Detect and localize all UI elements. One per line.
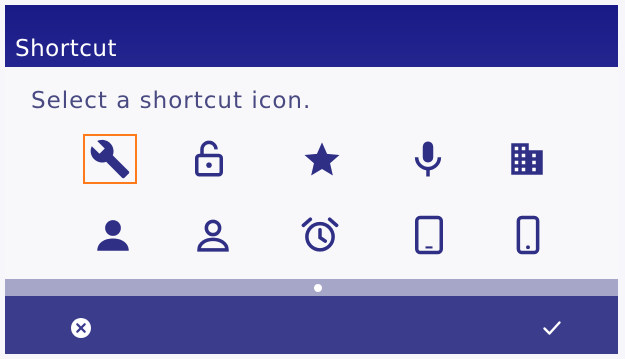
person-outline-icon-option[interactable] <box>186 210 240 260</box>
cancel-icon <box>71 318 91 338</box>
mobile-phone-icon-option[interactable] <box>501 210 555 260</box>
soft-key-bar <box>5 296 618 354</box>
shortcut-screen: Shortcut Select a shortcut icon. <box>0 0 625 359</box>
cancel-button[interactable] <box>61 308 101 348</box>
building-icon-option[interactable] <box>500 134 554 184</box>
page-title: Shortcut <box>15 36 117 62</box>
alarm-clock-icon-option[interactable] <box>293 210 347 260</box>
checkmark-icon <box>543 321 561 335</box>
icon-picker: Select a shortcut icon. <box>5 67 618 279</box>
alarm-clock-icon <box>301 217 339 252</box>
person-filled-icon <box>97 220 129 251</box>
unlock-icon <box>195 140 223 177</box>
mobile-phone-icon <box>516 215 540 255</box>
confirm-button[interactable] <box>532 308 572 348</box>
person-filled-icon-option[interactable] <box>86 210 140 260</box>
tablet-icon <box>415 215 443 255</box>
header-bar: Shortcut <box>5 5 618 67</box>
person-outline-icon <box>197 219 229 252</box>
unlock-icon-option[interactable] <box>182 134 236 184</box>
microphone-icon-option[interactable] <box>401 134 455 184</box>
page-indicator <box>5 279 618 296</box>
star-icon-option[interactable] <box>295 134 349 184</box>
wrench-icon-option[interactable] <box>83 134 137 184</box>
microphone-icon <box>414 141 442 177</box>
building-icon <box>511 143 543 175</box>
page-dot-current <box>314 284 322 292</box>
wrench-icon <box>90 139 130 179</box>
instruction-text: Select a shortcut icon. <box>31 88 312 114</box>
tablet-icon-option[interactable] <box>402 210 456 260</box>
star-icon <box>304 142 340 176</box>
